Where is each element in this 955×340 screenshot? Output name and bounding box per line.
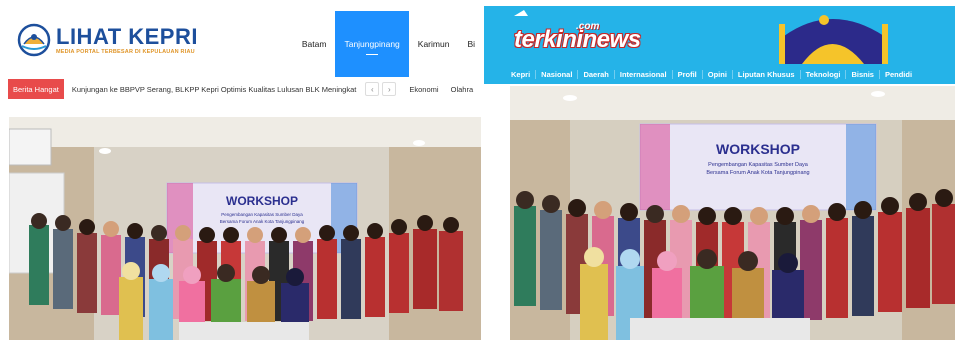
site-header: LIHAT KEPRI MEDIA PORTAL TERBESAR DI KEP… <box>0 0 484 78</box>
banner-title-right: WORKSHOP <box>716 141 800 157</box>
nav-item-daerah[interactable]: Daerah <box>578 69 615 79</box>
nav-item-opini[interactable]: Opini <box>703 69 733 79</box>
site-logo[interactable]: LIHAT KEPRI MEDIA PORTAL TERBESAR DI KEP… <box>16 22 198 58</box>
article-photo-right: WORKSHOP Pengembangan Kapasitas Sumber D… <box>510 86 955 340</box>
main-nav-right: Kepri Nasional Daerah Internasional Prof… <box>484 64 955 84</box>
ticker-headline[interactable]: Kunjungan ke BBPVP Serang, BLKPP Kepri O… <box>72 85 356 94</box>
nav-item-bisnis[interactable]: Bisnis <box>846 69 880 79</box>
banner-line-1-right: Pengembangan Kapasitas Sumber Daya <box>708 162 809 168</box>
lihatkepri-page: LIHAT KEPRI MEDIA PORTAL TERBESAR DI KEP… <box>0 0 484 340</box>
banner-title: WORKSHOP <box>226 194 298 208</box>
category-link-olahraga[interactable]: Olahra <box>451 85 474 94</box>
nav-item-nasional[interactable]: Nasional <box>536 69 579 79</box>
banner-line-2: Bersama Forum Anak Kota Tanjungpinang <box>220 219 305 224</box>
banner-line-1: Pengembangan Kapasitas Sumber Daya <box>221 212 303 217</box>
nav-item-batam[interactable]: Batam <box>293 11 336 77</box>
logo-subtitle: MEDIA PORTAL TERBESAR DI KEPULAUAN RIAU <box>56 48 195 55</box>
terkininews-page: terkininews .com Kepri Nasional Daerah I… <box>484 0 955 340</box>
nav-item-tanjungpinang[interactable]: Tanjungpinang <box>335 11 409 77</box>
nav-item-liputan-khusus[interactable]: Liputan Khusus <box>733 69 801 79</box>
nav-item-bintan[interactable]: Bi <box>458 11 484 77</box>
news-ticker: Berita Hangat Kunjungan ke BBPVP Serang,… <box>8 78 484 100</box>
brand-suffix: .com <box>576 21 600 32</box>
nav-item-internasional[interactable]: Internasional <box>615 69 673 79</box>
screenshot-root: LIHAT KEPRI MEDIA PORTAL TERBESAR DI KEP… <box>0 0 955 340</box>
logo-emblem-icon <box>16 22 52 58</box>
logo-title: LIHAT KEPRI <box>56 23 198 49</box>
article-photo: WORKSHOP Pengembangan Kapasitas Sumber D… <box>9 117 481 340</box>
nav-item-kepri[interactable]: Kepri <box>506 69 537 79</box>
nav-item-teknologi[interactable]: Teknologi <box>801 69 847 79</box>
ticker-label: Berita Hangat <box>8 79 64 99</box>
nav-item-pendidikan[interactable]: Pendidi <box>880 70 917 79</box>
site-header-right: terkininews .com <box>484 6 955 64</box>
main-nav: Batam Tanjungpinang Karimun Bi <box>293 11 484 77</box>
category-link-ekonomi[interactable]: Ekonomi <box>409 85 438 94</box>
ticker-next-button[interactable]: › <box>382 82 397 96</box>
nav-item-profil[interactable]: Profil <box>673 69 703 79</box>
nav-item-karimun[interactable]: Karimun <box>409 11 459 77</box>
banner-line-2-right: Bersama Forum Anak Kota Tanjungpinang <box>706 170 809 176</box>
ticker-prev-button[interactable]: ‹ <box>365 82 380 96</box>
